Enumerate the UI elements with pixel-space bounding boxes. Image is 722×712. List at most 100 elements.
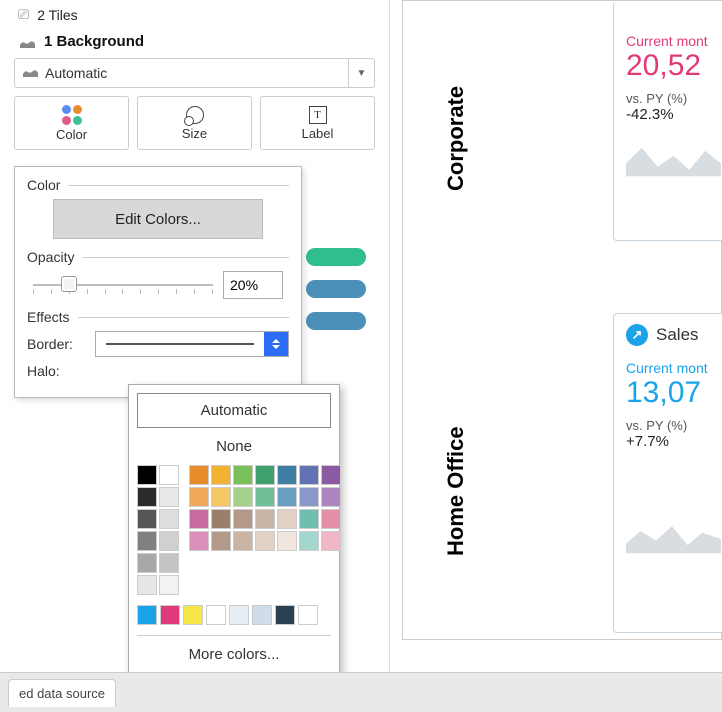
color-swatch[interactable] xyxy=(277,465,297,485)
color-swatch[interactable] xyxy=(255,531,275,551)
color-swatch[interactable] xyxy=(137,553,157,573)
color-swatch[interactable] xyxy=(211,465,231,485)
card-header: ↗ Sales xyxy=(626,324,721,346)
color-swatch[interactable] xyxy=(321,487,341,507)
halo-label: Halo: xyxy=(27,363,87,379)
color-swatch[interactable] xyxy=(189,509,209,529)
color-swatch[interactable] xyxy=(137,531,157,551)
color-swatch[interactable] xyxy=(233,531,253,551)
color-swatch[interactable] xyxy=(137,575,157,595)
stepper-icon[interactable] xyxy=(264,332,288,356)
kpi-card-home-office[interactable]: ↗ Sales Current mont 13,07 vs. PY (%) +7… xyxy=(613,313,722,633)
color-swatch[interactable] xyxy=(137,487,157,507)
effects-section: Effects xyxy=(27,309,289,325)
color-swatch[interactable] xyxy=(275,605,295,625)
size-button[interactable]: Size xyxy=(137,96,252,150)
mark-type-value: Automatic xyxy=(45,65,348,81)
marks-panel-top: ⎚ 2 Tiles 1 Background Automatic ▼ Color xyxy=(0,0,389,158)
color-swatch-grid xyxy=(189,465,341,595)
border-row: Border: xyxy=(27,331,289,357)
slider-track xyxy=(33,284,213,286)
color-swatch[interactable] xyxy=(159,487,179,507)
color-swatch[interactable] xyxy=(299,465,319,485)
color-swatch[interactable] xyxy=(277,531,297,551)
metric-label: Current mont xyxy=(626,360,721,376)
marks-row-current[interactable]: 1 Background xyxy=(12,27,377,58)
world-icon xyxy=(15,66,45,81)
mark-type-dropdown[interactable]: Automatic ▼ xyxy=(14,58,375,88)
marks-row-current-label: 1 Background xyxy=(44,33,144,50)
border-label: Border: xyxy=(27,336,87,352)
color-swatch[interactable] xyxy=(299,531,319,551)
accent-swatch-row xyxy=(137,605,331,625)
legend-chip xyxy=(306,312,366,330)
color-swatch[interactable] xyxy=(137,605,157,625)
color-swatch[interactable] xyxy=(206,605,226,625)
color-swatch[interactable] xyxy=(229,605,249,625)
sparkline xyxy=(626,135,721,181)
color-picker-popup: Automatic None More colors... xyxy=(128,384,340,676)
picker-none-button[interactable]: None xyxy=(137,438,331,455)
color-swatch[interactable] xyxy=(321,531,341,551)
vs-label: vs. PY (%) xyxy=(626,91,721,106)
color-swatch[interactable] xyxy=(233,487,253,507)
color-swatch[interactable] xyxy=(255,487,275,507)
color-swatch[interactable] xyxy=(299,509,319,529)
border-combo[interactable] xyxy=(95,331,289,357)
divider xyxy=(68,185,289,186)
label-button[interactable]: T Label xyxy=(260,96,375,150)
color-swatch[interactable] xyxy=(321,509,341,529)
color-swatch[interactable] xyxy=(189,487,209,507)
color-swatch[interactable] xyxy=(321,465,341,485)
data-source-tab[interactable]: ed data source xyxy=(8,679,116,707)
color-swatch[interactable] xyxy=(159,531,179,551)
color-swatch[interactable] xyxy=(233,465,253,485)
color-swatch[interactable] xyxy=(159,509,179,529)
opacity-input[interactable] xyxy=(223,271,283,299)
color-swatch[interactable] xyxy=(160,605,180,625)
opacity-section: Opacity xyxy=(27,249,289,265)
color-swatch[interactable] xyxy=(159,465,179,485)
color-swatch[interactable] xyxy=(137,509,157,529)
legend-chip xyxy=(306,248,366,266)
color-swatch[interactable] xyxy=(189,531,209,551)
more-colors-button[interactable]: More colors... xyxy=(137,635,331,667)
color-swatch[interactable] xyxy=(277,487,297,507)
color-swatch[interactable] xyxy=(255,465,275,485)
color-swatch[interactable] xyxy=(183,605,203,625)
color-swatch[interactable] xyxy=(211,531,231,551)
color-button[interactable]: Color xyxy=(14,96,129,150)
color-swatch[interactable] xyxy=(211,487,231,507)
color-swatch[interactable] xyxy=(298,605,318,625)
color-swatch[interactable] xyxy=(137,465,157,485)
picker-automatic-button[interactable]: Automatic xyxy=(137,393,331,428)
halo-row: Halo: xyxy=(27,363,289,379)
label-button-label: Label xyxy=(302,126,334,141)
gray-swatch-column xyxy=(137,465,179,595)
marks-row-prev[interactable]: ⎚ 2 Tiles xyxy=(12,4,377,27)
sparkline xyxy=(626,512,721,558)
color-swatch[interactable] xyxy=(189,465,209,485)
kpi-card-corporate[interactable]: Current mont 20,52 vs. PY (%) -42.3% xyxy=(613,1,722,241)
marks-panel: ⎚ 2 Tiles 1 Background Automatic ▼ Color xyxy=(0,0,390,712)
edit-colors-button[interactable]: Edit Colors... xyxy=(53,199,263,239)
vs-value: -42.3% xyxy=(626,106,721,123)
color-swatch[interactable] xyxy=(233,509,253,529)
marks-row-prev-label: 2 Tiles xyxy=(37,7,77,23)
color-swatch[interactable] xyxy=(255,509,275,529)
world-icon xyxy=(18,36,36,48)
color-swatch[interactable] xyxy=(159,575,179,595)
color-swatch[interactable] xyxy=(277,509,297,529)
card-title: Sales xyxy=(656,325,699,345)
metric-value: 20,52 xyxy=(626,49,721,83)
opacity-section-label: Opacity xyxy=(27,249,74,265)
color-popup: Color Edit Colors... Opacity Effects Bor… xyxy=(14,166,302,398)
slider-thumb[interactable] xyxy=(61,276,77,292)
color-swatch[interactable] xyxy=(159,553,179,573)
opacity-slider[interactable] xyxy=(33,273,213,297)
color-swatch[interactable] xyxy=(211,509,231,529)
label-icon: T xyxy=(309,106,327,124)
chevron-down-icon[interactable]: ▼ xyxy=(348,59,374,87)
color-swatch[interactable] xyxy=(252,605,272,625)
color-swatch[interactable] xyxy=(299,487,319,507)
